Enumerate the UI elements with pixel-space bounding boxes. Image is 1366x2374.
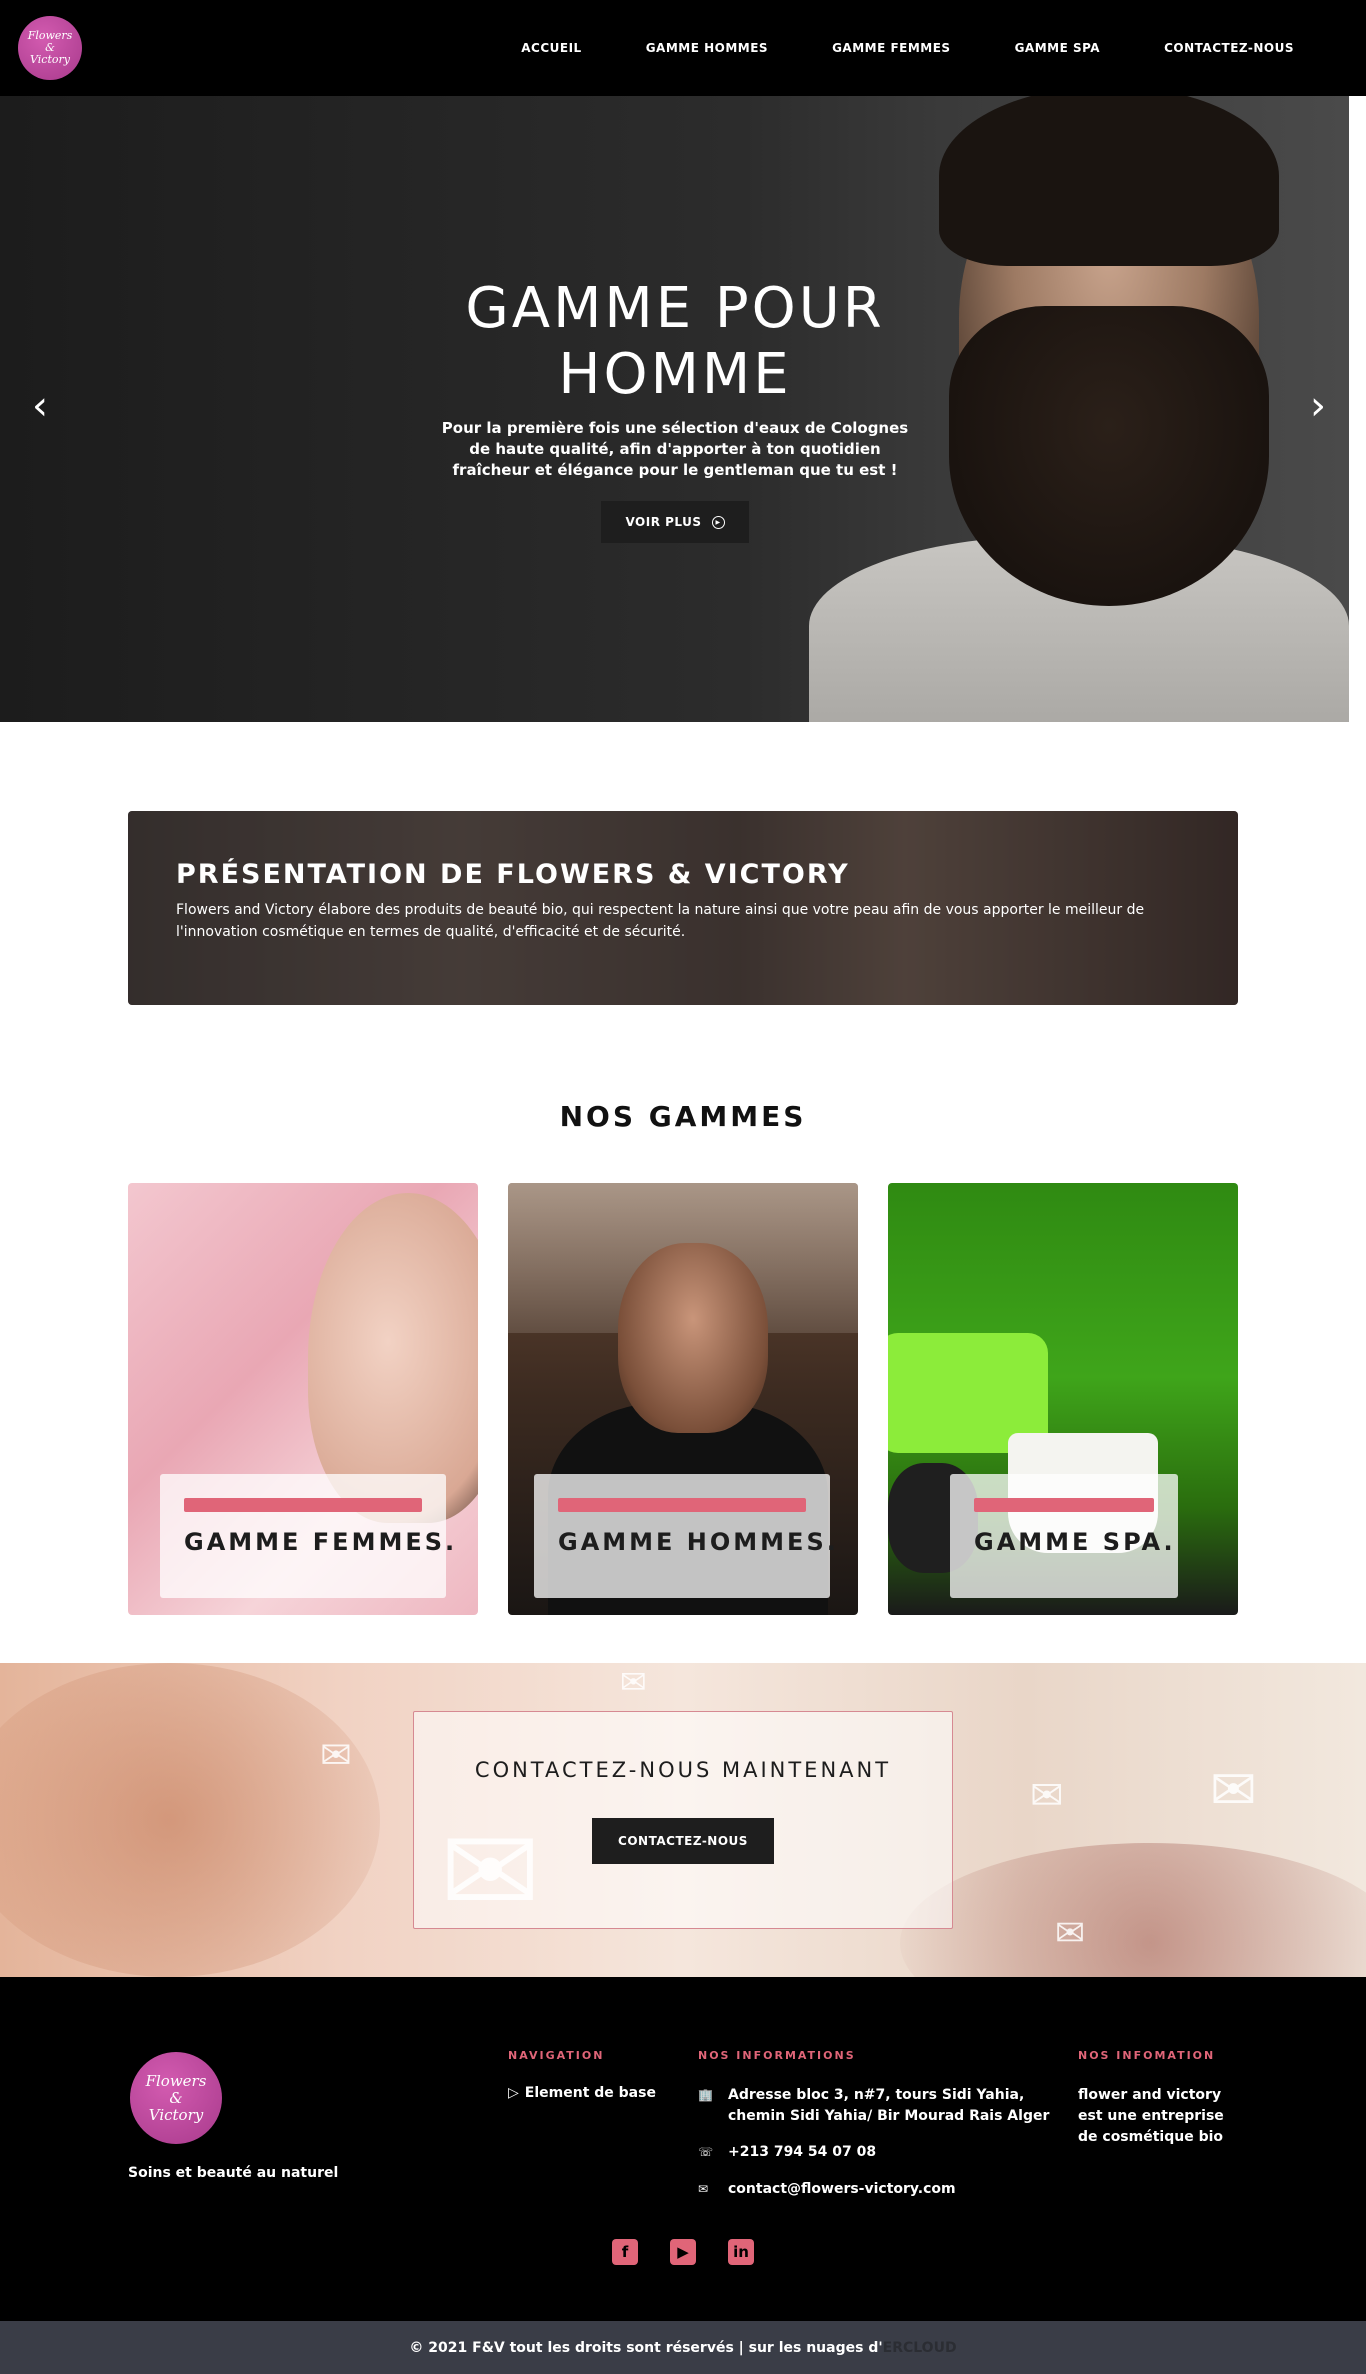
hero-title-line-1: GAMME POUR [465, 276, 885, 341]
footer-phone[interactable]: ☏ +213 794 54 07 08 [698, 2142, 876, 2163]
card-label: GAMME HOMMES. [534, 1474, 839, 1598]
email-address: contact@flowers-victory.com [728, 2181, 956, 2197]
play-circle-icon: ▷ [508, 2085, 519, 2101]
copyright-text: © 2021 F&V tout les droits sont réservés… [409, 2339, 883, 2356]
nav-gamme-spa[interactable]: GAMME SPA [983, 41, 1133, 55]
card-label: GAMME SPA. [950, 1474, 1178, 1598]
card-gamme-hommes[interactable]: GAMME HOMMES. [508, 1183, 858, 1615]
youtube-icon[interactable]: ▶ [670, 2239, 696, 2265]
footer-logo-line-3: Victory [148, 2105, 204, 2124]
footer-nav-heading: NAVIGATION [508, 2049, 605, 2062]
card-accent-bar [558, 1498, 806, 1512]
presentation-text: Flowers and Victory élabore des produits… [176, 902, 1145, 940]
footer-email[interactable]: ✉ contact@flowers-victory.com [698, 2179, 956, 2200]
chevron-left-icon[interactable]: ‹ [32, 386, 48, 426]
card-title: GAMME FEMMES. [184, 1528, 458, 1556]
nav-gamme-hommes[interactable]: GAMME HOMMES [614, 41, 800, 55]
hero-slider: ‹ › GAMME POUR HOMME Pour la première fo… [0, 96, 1349, 722]
email-icon: ✉ [698, 2182, 709, 2196]
linkedin-icon[interactable]: in [728, 2239, 754, 2265]
nav-contactez-nous[interactable]: CONTACTEZ-NOUS [1132, 41, 1326, 55]
copyright-bar: © 2021 F&V tout les droits sont réservés… [0, 2321, 1366, 2374]
voir-plus-label: VOIR PLUS [625, 515, 702, 529]
envelope-icon: ✉ [320, 1733, 352, 1777]
footer-info-heading: NOS INFORMATIONS [698, 2049, 856, 2062]
envelope-icon: ✉ [1210, 1758, 1257, 1823]
site-footer: Flowers & Victory Soins et beauté au nat… [0, 1977, 1366, 2321]
logo-line-3: Victory [30, 53, 70, 66]
facebook-icon[interactable]: f [612, 2239, 638, 2265]
footer-logo[interactable]: Flowers & Victory [130, 2052, 222, 2144]
nav-accueil[interactable]: ACCUEIL [489, 41, 613, 55]
footer-nav-link-label: Element de base [524, 2085, 656, 2101]
footer-about-text: flower and victory est une entreprise de… [1078, 2087, 1224, 2145]
card-gamme-femmes[interactable]: GAMME FEMMES. [128, 1183, 478, 1615]
footer-nav-link[interactable]: ▷ Element de base [508, 2085, 656, 2101]
card-gamme-spa[interactable]: GAMME SPA. [888, 1183, 1238, 1615]
building-icon: 🏢 [698, 2088, 713, 2102]
card-title: GAMME SPA. [974, 1528, 1176, 1556]
footer-tagline: Soins et beauté au naturel [128, 2165, 339, 2181]
address-line-1: Adresse bloc 3, n#7, tours Sidi Yahia, [728, 2087, 1025, 2103]
main-nav: ACCUEIL GAMME HOMMES GAMME FEMMES GAMME … [489, 0, 1326, 96]
footer-logo-line-1: Flowers [145, 2071, 207, 2090]
nav-gamme-femmes[interactable]: GAMME FEMMES [800, 41, 983, 55]
hero-title-line-2: HOMME [558, 342, 792, 407]
card-hommes-image [618, 1243, 768, 1433]
card-accent-bar [974, 1498, 1154, 1512]
play-circle-icon: ▶ [711, 515, 725, 529]
voir-plus-button[interactable]: VOIR PLUS ▶ [601, 501, 749, 543]
hero-text: Pour la première fois une sélection d'ea… [441, 419, 909, 479]
footer-address: 🏢 Adresse bloc 3, n#7, tours Sidi Yahia,… [698, 2085, 1049, 2127]
phone-number: +213 794 54 07 08 [728, 2144, 877, 2160]
hero-title: GAMME POUR HOMME [440, 276, 910, 408]
contactez-nous-button[interactable]: CONTACTEZ-NOUS [592, 1818, 774, 1864]
address-line-2: chemin Sidi Yahia/ Bir Mourad Rais Alger [728, 2108, 1050, 2124]
chevron-right-icon[interactable]: › [1310, 386, 1326, 426]
presentation-title: PRÉSENTATION DE FLOWERS & VICTORY [176, 859, 850, 890]
card-accent-bar [184, 1498, 422, 1512]
hero-content: GAMME POUR HOMME Pour la première fois u… [440, 276, 910, 543]
site-logo[interactable]: Flowers & Victory [18, 16, 82, 80]
footer-about-heading: NOS INFOMATION [1078, 2049, 1216, 2062]
envelope-icon: ✉ [1055, 1913, 1086, 1954]
envelope-icon: ✉ [1030, 1773, 1064, 1819]
site-header: Flowers & Victory ACCUEIL GAMME HOMMES G… [0, 0, 1366, 96]
contact-band: ✉ ✉ ✉ ✉ ✉ ✉ CONTACTEZ-NOUS MAINTENANT CO… [0, 1663, 1366, 1977]
copyright-brand-link[interactable]: ERCLOUD [883, 2340, 957, 2356]
footer-logo-line-2: & [169, 2088, 183, 2107]
card-label: GAMME FEMMES. [160, 1474, 458, 1598]
contact-title: CONTACTEZ-NOUS MAINTENANT [474, 1758, 892, 1782]
gammes-title: NOS GAMMES [559, 1100, 807, 1133]
phone-icon: ☏ [698, 2145, 714, 2159]
contact-box: CONTACTEZ-NOUS MAINTENANT CONTACTEZ-NOUS [413, 1711, 953, 1929]
presentation-banner: PRÉSENTATION DE FLOWERS & VICTORY Flower… [128, 811, 1238, 1005]
social-links: f ▶ in [0, 2239, 1366, 2265]
card-title: GAMME HOMMES. [558, 1528, 839, 1556]
envelope-icon: ✉ [620, 1663, 647, 1701]
